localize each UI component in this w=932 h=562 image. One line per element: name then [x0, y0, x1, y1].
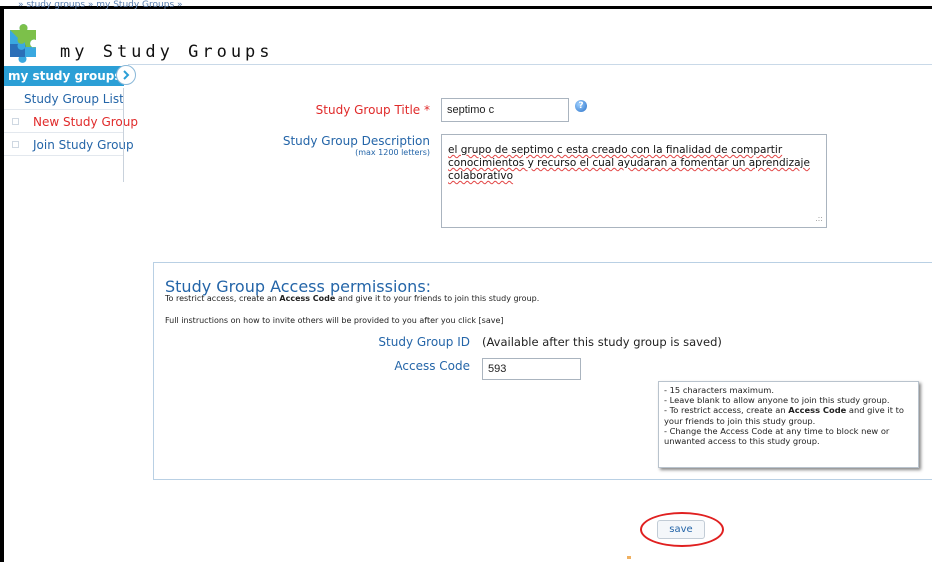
help-icon[interactable]: ? [575, 100, 587, 112]
study-group-description-label: Study Group Description [282, 134, 430, 148]
access-code-label: Access Code [394, 359, 470, 373]
study-group-title-input[interactable] [441, 98, 569, 122]
title-divider [128, 64, 932, 65]
checkbox-icon [12, 118, 19, 125]
access-code-tooltip: - 15 characters maximum. - Leave blank t… [658, 381, 919, 468]
description-hint: (max 1200 letters) [355, 148, 430, 157]
sidebar-divider [123, 88, 124, 182]
study-group-id-label: Study Group ID [378, 335, 470, 349]
sidebar-item-join-study-group[interactable]: Join Study Group [4, 134, 134, 156]
study-group-id-value: (Available after this study group is sav… [482, 335, 722, 349]
resize-handle-icon[interactable]: .:: [815, 212, 823, 225]
sidebar-item-label: Study Group List [24, 92, 124, 106]
sidebar-item-new-study-group[interactable]: New Study Group [4, 111, 138, 133]
decorative-mark [627, 556, 631, 559]
permissions-subtitle: To restrict access, create an Access Cod… [165, 294, 540, 303]
sidebar: my study groups Study Group List New Stu… [4, 65, 138, 182]
study-group-description-textarea[interactable]: el grupo de septimo c esta creado con la… [441, 134, 827, 228]
page-title: my Study Groups [60, 42, 274, 62]
permissions-instructions: Full instructions on how to invite other… [165, 316, 504, 325]
checkbox-icon [12, 141, 19, 148]
save-highlight-circle [640, 512, 724, 547]
access-code-input[interactable] [482, 358, 581, 380]
breadcrumb[interactable]: » study groups » my Study Groups » [18, 0, 183, 10]
description-text: el grupo de septimo c esta creado con la… [448, 144, 810, 182]
puzzle-logo-icon [6, 24, 44, 64]
sidebar-item-study-group-list[interactable]: Study Group List [4, 88, 124, 110]
sidebar-item-label: Join Study Group [33, 138, 134, 152]
sidebar-header[interactable]: my study groups [4, 66, 124, 86]
sidebar-collapse-icon[interactable] [116, 65, 136, 85]
study-group-title-label: Study Group Title * [315, 103, 430, 117]
